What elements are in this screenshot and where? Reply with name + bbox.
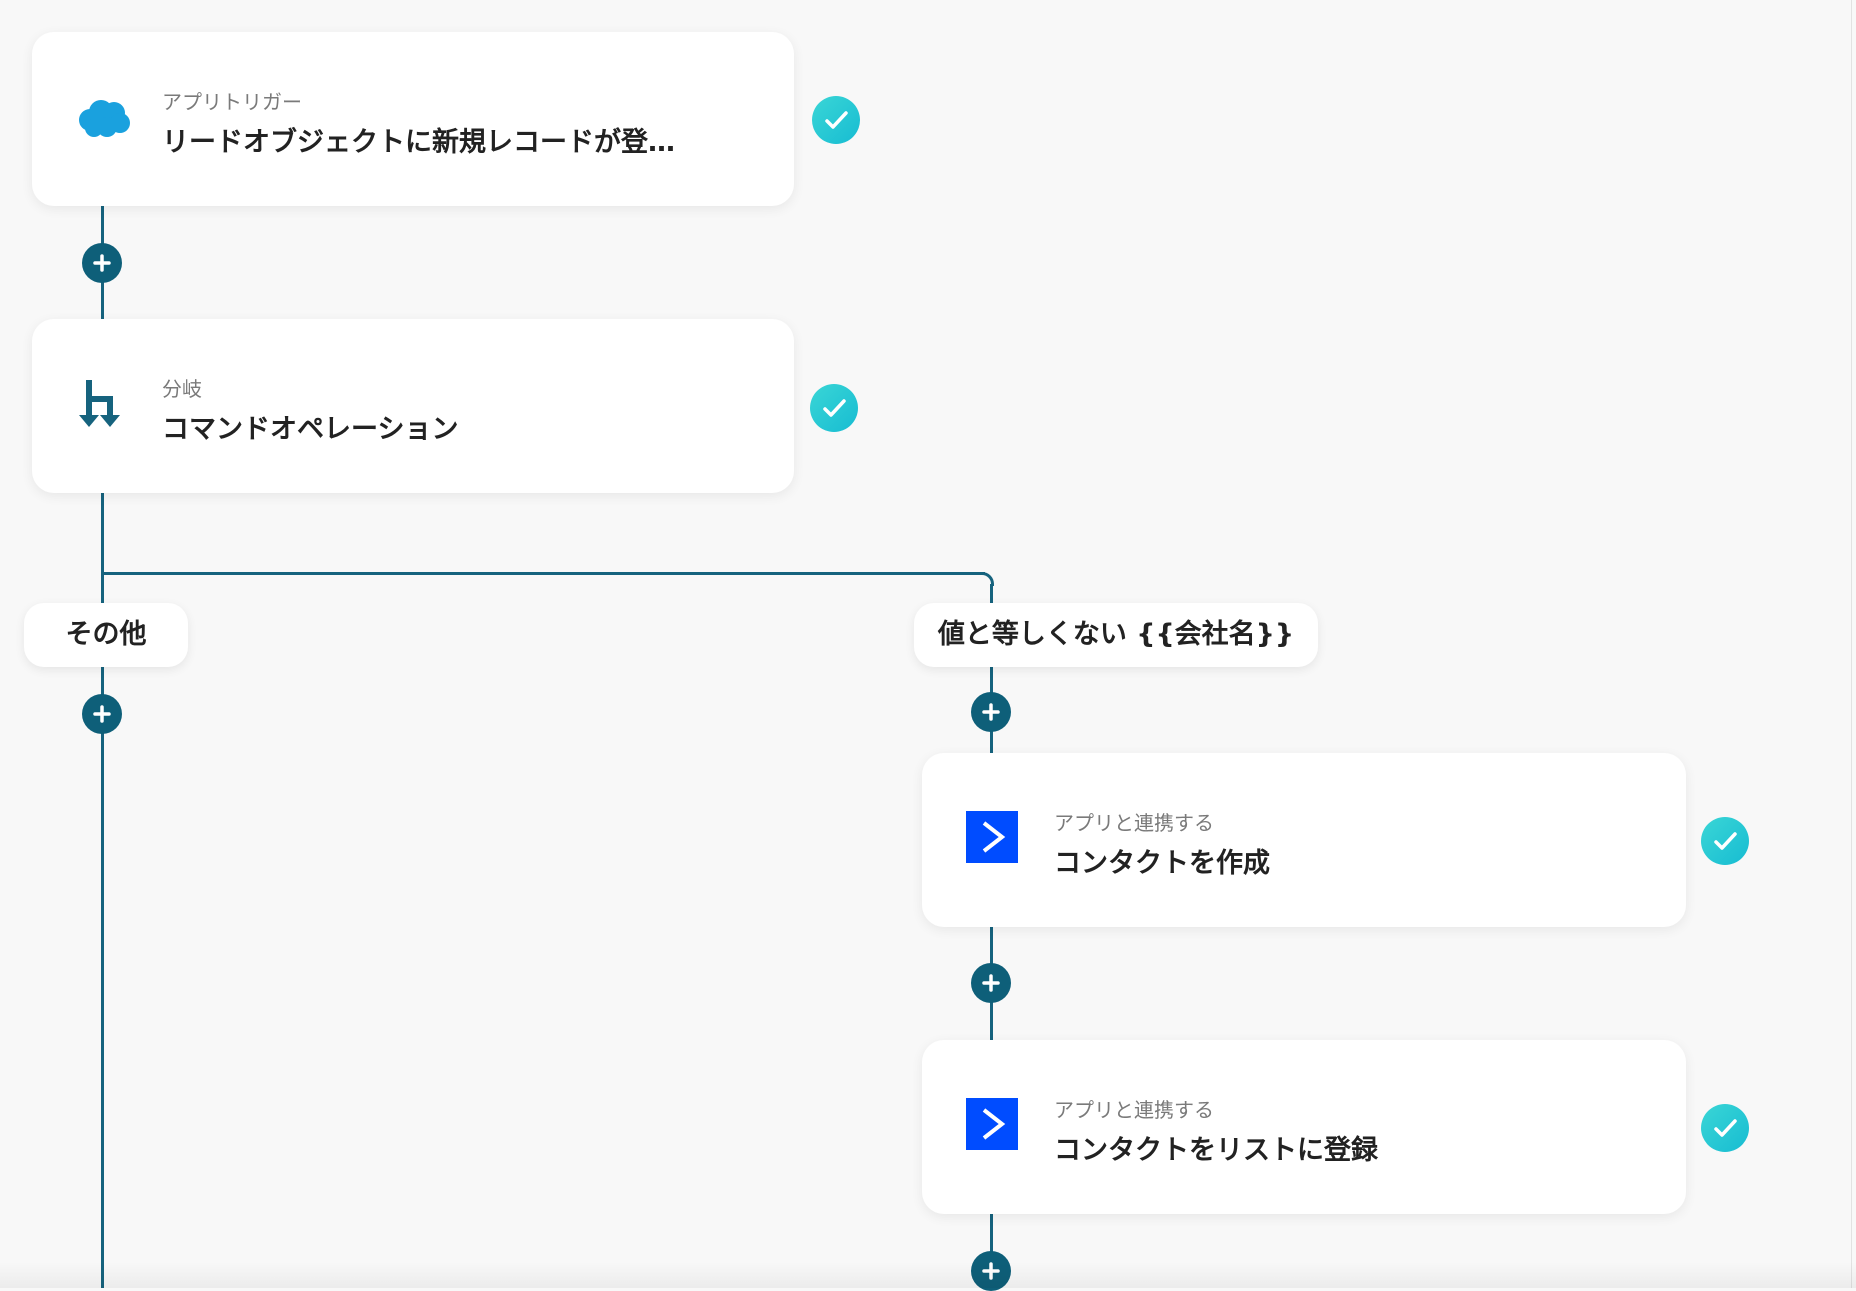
add-step-button[interactable] [971, 692, 1011, 732]
check-icon [812, 96, 860, 144]
add-step-button[interactable] [82, 243, 122, 283]
step-card-salesforce-trigger[interactable]: アプリトリガー リードオブジェクトに新規レコードが登… [32, 32, 794, 206]
branch-icon [74, 377, 132, 435]
salesforce-cloud-icon [74, 90, 132, 148]
connector-line [990, 584, 993, 604]
step-title: コンタクトをリストに登録 [1054, 1135, 1378, 1166]
flow-canvas: アプリトリガー リードオブジェクトに新規レコードが登… 分岐 コマンドオペレーシ… [0, 0, 1856, 1291]
branch-connector-line [101, 572, 985, 575]
branch-label-text: その他 [65, 619, 147, 650]
check-icon [1701, 1104, 1749, 1152]
step-subtitle: アプリと連携する [1054, 1098, 1214, 1122]
branch-label-condition[interactable]: 値と等しくない {{会社名}} [914, 603, 1318, 667]
branch-label-text: 値と等しくない {{会社名}} [937, 619, 1295, 650]
step-card-add-to-list[interactable]: アプリと連携する コンタクトをリストに登録 [922, 1040, 1686, 1214]
step-subtitle: アプリと連携する [1054, 811, 1214, 835]
step-subtitle: アプリトリガー [162, 90, 302, 114]
canvas-bottom-shadow [0, 1262, 1856, 1288]
step-card-branch[interactable]: 分岐 コマンドオペレーション [32, 319, 794, 493]
branch-label-other[interactable]: その他 [24, 603, 188, 667]
check-icon [1701, 817, 1749, 865]
step-card-create-contact[interactable]: アプリと連携する コンタクトを作成 [922, 753, 1686, 927]
step-subtitle: 分岐 [162, 377, 202, 401]
activecampaign-icon [966, 1098, 1024, 1156]
activecampaign-icon [966, 811, 1024, 869]
check-icon [810, 384, 858, 432]
add-step-button[interactable] [82, 694, 122, 734]
canvas-scroll-edge [1851, 0, 1852, 1288]
add-step-button[interactable] [971, 963, 1011, 1003]
step-title: リードオブジェクトに新規レコードが登… [162, 127, 675, 158]
step-title: コンタクトを作成 [1054, 848, 1270, 879]
step-title: コマンドオペレーション [162, 414, 459, 445]
